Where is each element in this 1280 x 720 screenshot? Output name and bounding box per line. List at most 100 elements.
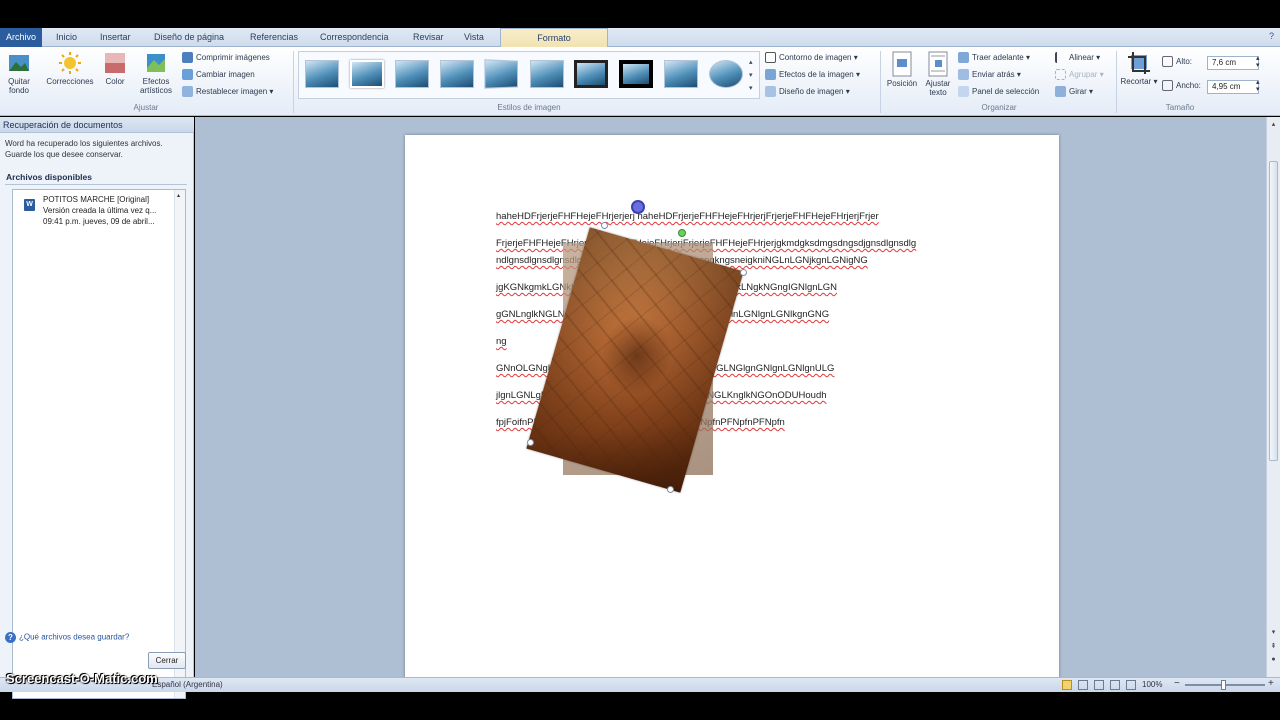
tab-referencias[interactable]: Referencias xyxy=(242,28,306,47)
screencast-watermark: Screencast-O-Matic.com xyxy=(6,671,158,686)
divider xyxy=(5,184,187,185)
doc-line[interactable]: ng xyxy=(496,336,507,347)
zoom-out-icon[interactable]: − xyxy=(1174,678,1180,689)
picture-border-icon xyxy=(765,52,776,64)
picture-style-5[interactable] xyxy=(484,59,518,89)
tab-correspondencia[interactable]: Correspondencia xyxy=(312,28,397,47)
tab-diseno-pagina[interactable]: Diseño de página xyxy=(146,28,232,47)
group-label-arrange: Organizar xyxy=(981,103,1017,112)
bring-forward-icon xyxy=(958,52,969,64)
recovered-files-list: W POTITOS MARCHE [Original] Versión crea… xyxy=(12,189,186,699)
compress-images-label: Comprimir imágenes xyxy=(196,53,270,62)
position-button[interactable]: Posición xyxy=(884,51,920,88)
picture-style-1[interactable] xyxy=(305,60,339,88)
resize-handle[interactable] xyxy=(527,439,534,446)
compress-icon xyxy=(182,52,193,64)
picture-effects-icon xyxy=(765,69,776,81)
picture-style-3[interactable] xyxy=(395,60,429,88)
position-icon xyxy=(892,51,912,77)
tab-revisar[interactable]: Revisar xyxy=(405,28,452,47)
height-input[interactable]: 7,6 cm xyxy=(1207,56,1259,70)
picture-layout-icon xyxy=(765,86,776,98)
reset-image-label: Restablecer imagen xyxy=(196,87,268,96)
file-timestamp: 09:41 p.m. jueves, 09 de abril... xyxy=(43,217,155,226)
scroll-thumb[interactable] xyxy=(1269,161,1278,461)
picture-style-2[interactable] xyxy=(350,60,384,88)
close-button[interactable]: Cerrar xyxy=(148,652,186,669)
picture-style-6[interactable] xyxy=(530,60,564,88)
status-bar: Español (Argentina) 100% − + xyxy=(0,677,1280,692)
group-button[interactable]: Agrupar ▾ xyxy=(1055,67,1104,83)
picture-border-button[interactable]: Contorno de imagen ▾ xyxy=(765,50,858,66)
picture-style-8[interactable] xyxy=(619,60,653,88)
picture-style-4[interactable] xyxy=(440,60,474,88)
previous-page-button[interactable]: ⇞ xyxy=(1268,641,1279,652)
bring-forward-button[interactable]: Traer adelante ▾ xyxy=(958,50,1030,66)
picture-layout-button[interactable]: Diseño de imagen ▾ xyxy=(765,84,850,100)
document-page[interactable]: haheHDFrjerjeFHFHejeFHrjerjerj haheHDFrj… xyxy=(405,135,1059,680)
remove-background-label: Quitar fondo xyxy=(8,77,30,95)
resize-handle[interactable] xyxy=(667,486,674,493)
tab-formato[interactable]: Formato xyxy=(500,28,608,48)
zoom-slider-knob[interactable] xyxy=(1221,680,1226,690)
remove-background-button[interactable]: Quitar fondo xyxy=(2,51,36,95)
tab-inicio[interactable]: Inicio xyxy=(48,28,85,47)
zoom-level[interactable]: 100% xyxy=(1142,680,1162,689)
picture-styles-gallery[interactable]: ▴ ▾ ▾ xyxy=(298,51,760,99)
zoom-in-icon[interactable]: + xyxy=(1268,678,1274,689)
send-backward-button[interactable]: Enviar atrás ▾ xyxy=(958,67,1021,83)
picture-style-7[interactable] xyxy=(574,60,608,88)
doc-line[interactable]: haheHDFrjerjeFHFHejeFHrjerjerj haheHDFrj… xyxy=(496,211,879,222)
rotate-label: Girar xyxy=(1069,87,1087,96)
artistic-effects-button[interactable]: Efectos artísticos xyxy=(134,51,178,95)
vertical-scrollbar[interactable]: ▴ ▾ ⇞ ● xyxy=(1266,117,1280,677)
scroll-up-button[interactable]: ▴ xyxy=(1268,119,1279,130)
browse-object-button[interactable]: ● xyxy=(1268,654,1279,665)
resize-handle[interactable] xyxy=(601,222,608,229)
corrections-button[interactable]: Correcciones xyxy=(42,51,98,86)
change-image-button[interactable]: Cambiar imagen xyxy=(182,67,255,83)
picture-style-9[interactable] xyxy=(664,60,698,88)
change-image-icon xyxy=(182,69,193,81)
width-spinner[interactable]: ▴ ▾ xyxy=(1256,79,1260,93)
selection-pane-button[interactable]: Panel de selección xyxy=(958,84,1039,100)
web-layout-icon[interactable] xyxy=(1094,680,1104,690)
outline-icon[interactable] xyxy=(1110,680,1120,690)
draft-icon[interactable] xyxy=(1126,680,1136,690)
tab-insertar[interactable]: Insertar xyxy=(92,28,139,47)
gallery-scroll-arrows[interactable]: ▴ ▾ ▾ xyxy=(749,56,753,95)
wrap-text-button[interactable]: Ajustar texto xyxy=(922,51,954,97)
reset-image-button[interactable]: Restablecer imagen ▾ xyxy=(182,84,273,100)
tab-vista[interactable]: Vista xyxy=(456,28,492,47)
change-image-label: Cambiar imagen xyxy=(196,70,255,79)
language-indicator[interactable]: Español (Argentina) xyxy=(152,680,223,689)
position-label: Posición xyxy=(886,79,918,88)
pane-message-line1: Word ha recuperado los siguientes archiv… xyxy=(5,139,163,148)
full-screen-icon[interactable] xyxy=(1078,680,1088,690)
resize-handle[interactable] xyxy=(740,269,747,276)
color-label: Color xyxy=(105,77,125,86)
tab-archivo[interactable]: Archivo xyxy=(0,28,42,47)
align-label: Alinear xyxy=(1069,53,1094,62)
files-list-scrollbar[interactable]: ▴ ▾ xyxy=(174,190,185,698)
align-button[interactable]: Alinear ▾ xyxy=(1055,50,1100,66)
rotate-cursor-icon xyxy=(631,200,645,214)
which-files-help-link[interactable]: ? ¿Qué archivos desea guardar? xyxy=(5,632,129,643)
picture-layout-label: Diseño de imagen xyxy=(779,87,844,96)
group-label-size: Tamaño xyxy=(1165,103,1195,112)
height-spinner[interactable]: ▴ ▾ xyxy=(1256,55,1260,69)
rotate-handle[interactable] xyxy=(678,229,686,237)
compress-images-button[interactable]: Comprimir imágenes xyxy=(182,50,270,66)
width-input[interactable]: 4,95 cm xyxy=(1207,80,1259,94)
picture-effects-button[interactable]: Efectos de la imagen ▾ xyxy=(765,67,860,83)
scroll-down-button[interactable]: ▾ xyxy=(1268,627,1279,638)
help-icon[interactable]: ? xyxy=(1269,31,1274,41)
print-layout-icon[interactable] xyxy=(1062,680,1072,690)
scroll-up-arrow[interactable]: ▴ xyxy=(177,192,180,199)
crop-button[interactable]: Recortar ▾ xyxy=(1120,51,1158,86)
picture-style-10[interactable] xyxy=(709,60,743,88)
color-button[interactable]: Color xyxy=(100,51,130,86)
width-label-text: Ancho: xyxy=(1176,81,1201,90)
artistic-effects-icon xyxy=(147,54,165,72)
rotate-button[interactable]: Girar ▾ xyxy=(1055,84,1093,100)
